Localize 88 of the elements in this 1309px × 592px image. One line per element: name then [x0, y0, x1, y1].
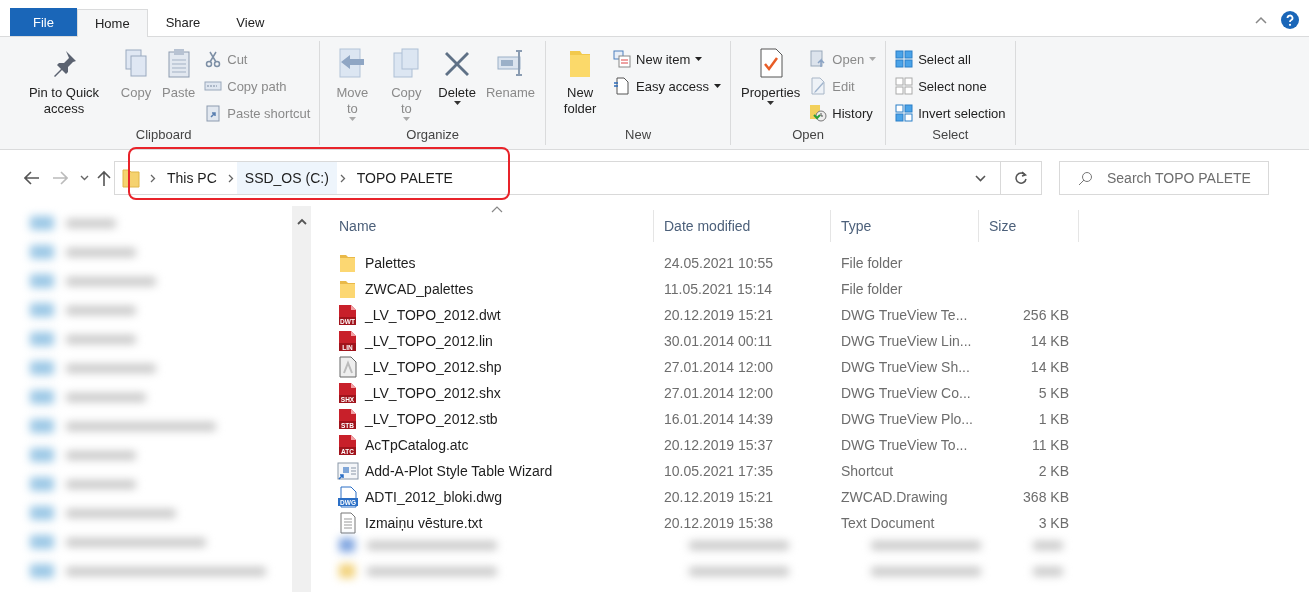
ribbon-button[interactable]: Invert selection: [892, 101, 1009, 125]
date-modified: 20.12.2019 15:21: [663, 489, 774, 505]
back-icon[interactable]: [24, 171, 40, 185]
group-label: Clipboard: [134, 127, 193, 144]
file-size: 11 KB: [1030, 437, 1070, 453]
file-type: DWG TrueView Lin...: [840, 333, 973, 349]
select-all-icon: [895, 50, 914, 68]
invert-selection-icon: [895, 104, 914, 122]
file-type: Text Document: [840, 515, 936, 531]
group-label: Open: [791, 127, 825, 144]
breadcrumb[interactable]: This PC: [159, 162, 225, 194]
scroll-up-icon[interactable]: [296, 218, 307, 225]
address-bar[interactable]: This PC SSD_OS (C:) TOPO PALETE: [114, 161, 1042, 195]
group-label: Select: [931, 127, 970, 144]
date-modified: 20.12.2019 15:37: [663, 437, 774, 453]
ribbon-tab[interactable]: View: [218, 8, 283, 36]
recent-locations-icon[interactable]: [79, 175, 89, 181]
chevron-icon: [150, 173, 156, 183]
help-icon[interactable]: [1281, 11, 1299, 29]
ribbon-button[interactable]: Delete: [434, 43, 480, 127]
file-name[interactable]: Add-A-Plot Style Table Wizard: [329, 460, 654, 482]
breadcrumb[interactable]: SSD_OS (C:): [236, 162, 337, 194]
file-size: 14 KB: [1029, 359, 1070, 375]
file-size: 3 KB: [1037, 515, 1070, 531]
chevron-icon: [339, 173, 346, 183]
ribbon-button[interactable]: Easy access: [610, 74, 725, 98]
file-menu-tab[interactable]: File: [10, 8, 77, 36]
file-type: ZWCAD.Drawing: [840, 489, 949, 505]
ribbon-button[interactable]: History: [806, 101, 880, 125]
column-header[interactable]: Size: [979, 210, 1079, 242]
file-size: 256 KB: [1022, 307, 1070, 323]
file-size: 14 KB: [1029, 333, 1070, 349]
column-header[interactable]: Type: [831, 210, 979, 242]
collapse-ribbon-icon[interactable]: [1255, 16, 1267, 24]
date-modified: 11.05.2021 15:14: [663, 281, 773, 297]
date-modified: 20.12.2019 15:38: [663, 515, 774, 531]
refresh-icon[interactable]: [1014, 171, 1028, 185]
document-icon: [613, 77, 632, 95]
search-icon: [1078, 170, 1093, 186]
new-item-icon: [613, 50, 632, 68]
ribbon-button[interactable]: New folder: [552, 43, 609, 127]
text-file-icon: [337, 512, 359, 534]
file-name[interactable]: Izmaiņu vēsture.txt: [329, 512, 654, 534]
paste-shortcut-icon: [204, 104, 223, 122]
date-modified: 10.05.2021 17:35: [663, 463, 774, 479]
scissors-icon: [204, 50, 223, 68]
group-label: Organize: [405, 127, 461, 144]
file-name[interactable]: Palettes: [329, 252, 654, 274]
breadcrumb[interactable]: TOPO PALETE: [348, 162, 461, 194]
file-size: 5 KB: [1037, 385, 1070, 401]
date-modified: 27.01.2014 12:00: [663, 359, 774, 375]
date-modified: 24.05.2021 10:55: [663, 255, 774, 271]
history-icon: [809, 104, 828, 122]
ribbon-button[interactable]: Select none: [892, 74, 1009, 98]
ribbon-button[interactable]: Pin to Quick access: [14, 43, 114, 127]
date-modified: 27.01.2014 12:00: [663, 385, 774, 401]
file-size: 2 KB: [1037, 463, 1070, 479]
file-type: DWG TrueView Plo...: [840, 411, 974, 427]
column-header[interactable]: Date modified: [654, 210, 831, 242]
file-size: 368 KB: [1022, 489, 1070, 505]
file-icon: [337, 356, 359, 378]
file-type: DWG TrueView Sh...: [840, 359, 971, 375]
date-modified: 30.01.2014 00:11: [663, 333, 773, 349]
shortcut-icon: [337, 460, 359, 482]
ribbon-button[interactable]: New item: [610, 47, 725, 71]
file-name[interactable]: _LV_TOPO_2012.shp: [329, 356, 654, 378]
file-type: Shortcut: [840, 463, 895, 479]
group-label: New: [624, 127, 653, 144]
file-type: DWG TrueView Te...: [840, 307, 969, 323]
date-modified: 20.12.2019 15:21: [663, 307, 774, 323]
edit-icon: [809, 77, 828, 95]
file-name[interactable]: ZWCAD_palettes: [329, 278, 654, 300]
date-modified: 16.01.2014 14:39: [663, 411, 774, 427]
file-type: DWG TrueView To...: [840, 437, 969, 453]
column-header[interactable]: Name: [329, 210, 654, 242]
ribbon-tab[interactable]: Home: [76, 9, 148, 37]
file-type: File folder: [840, 255, 904, 271]
ribbon-button[interactable]: Select all: [892, 47, 1009, 71]
ribbon-button[interactable]: Properties: [737, 43, 805, 127]
ribbon-tab[interactable]: Share: [147, 8, 219, 36]
chevron-icon: [227, 173, 234, 183]
file-size: 1 KB: [1037, 411, 1070, 427]
search-field[interactable]: Search TOPO PALETE: [1059, 161, 1269, 195]
file-type: DWG TrueView Co...: [840, 385, 972, 401]
select-none-icon: [895, 77, 914, 95]
dropdown-icon[interactable]: [974, 174, 986, 182]
file-type: File folder: [840, 281, 904, 297]
up-icon[interactable]: [97, 170, 111, 186]
